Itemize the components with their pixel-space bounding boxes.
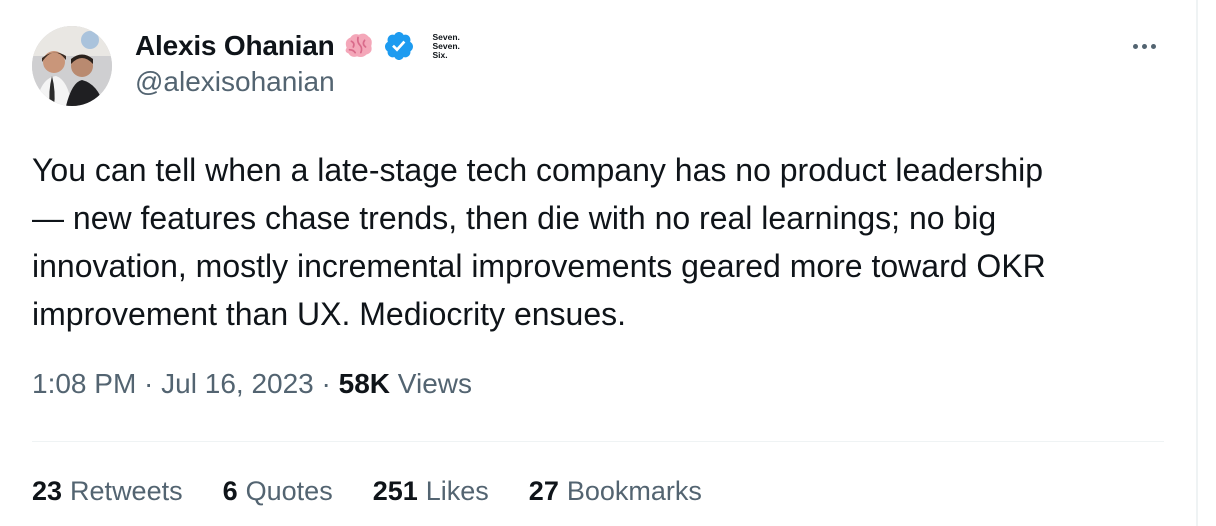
meta-separator: · xyxy=(136,368,162,399)
verified-badge-icon[interactable] xyxy=(383,30,415,62)
affiliate-badge-line: Six. xyxy=(432,49,448,60)
views-spacer xyxy=(390,368,398,400)
likes-stat[interactable]: 251 Likes xyxy=(373,476,489,507)
views-label: Views xyxy=(397,368,472,399)
affiliate-badge[interactable]: Seven. Seven. Six. xyxy=(433,30,461,62)
more-dot-icon xyxy=(1132,43,1138,49)
bookmarks-label: Bookmarks xyxy=(566,476,702,506)
author-name-row: Alexis Ohanian Seven. Seven. Six. xyxy=(135,26,461,66)
tweet-date[interactable]: Jul 16, 2023 xyxy=(161,368,314,400)
tweet-time[interactable]: 1:08 PM xyxy=(32,368,136,400)
meta-separator: · xyxy=(313,368,339,399)
quotes-label: Quotes xyxy=(245,476,333,506)
retweets-stat[interactable]: 23 Retweets xyxy=(32,476,183,507)
retweets-count: 23 xyxy=(32,476,63,506)
avatar[interactable] xyxy=(32,26,112,106)
more-options-button[interactable] xyxy=(1124,34,1164,58)
bookmarks-count: 27 xyxy=(528,476,559,506)
author-handle[interactable]: @alexisohanian xyxy=(135,66,335,98)
divider xyxy=(32,441,1164,442)
tweet-meta: 1:08 PM · Jul 16, 2023 · 58K Views xyxy=(32,368,472,400)
views-count: 58K xyxy=(338,368,391,399)
avatar-photo xyxy=(32,26,112,106)
tweet-text: You can tell when a late-stage tech comp… xyxy=(32,152,1046,332)
retweets-label: Retweets xyxy=(70,476,183,506)
quotes-count: 6 xyxy=(222,476,238,506)
likes-label: Likes xyxy=(425,476,489,506)
more-dot-icon xyxy=(1150,43,1156,49)
likes-count: 251 xyxy=(372,476,418,506)
more-dot-icon xyxy=(1141,43,1147,49)
display-name[interactable]: Alexis Ohanian xyxy=(135,30,335,62)
timeline-border xyxy=(1196,0,1198,526)
quotes-stat[interactable]: 6 Quotes xyxy=(223,476,333,507)
engagement-stats: 23 Retweets 6 Quotes 251 Likes 27 Bookma… xyxy=(32,476,702,507)
brain-icon xyxy=(345,33,372,58)
bookmarks-stat[interactable]: 27 Bookmarks xyxy=(529,476,702,507)
